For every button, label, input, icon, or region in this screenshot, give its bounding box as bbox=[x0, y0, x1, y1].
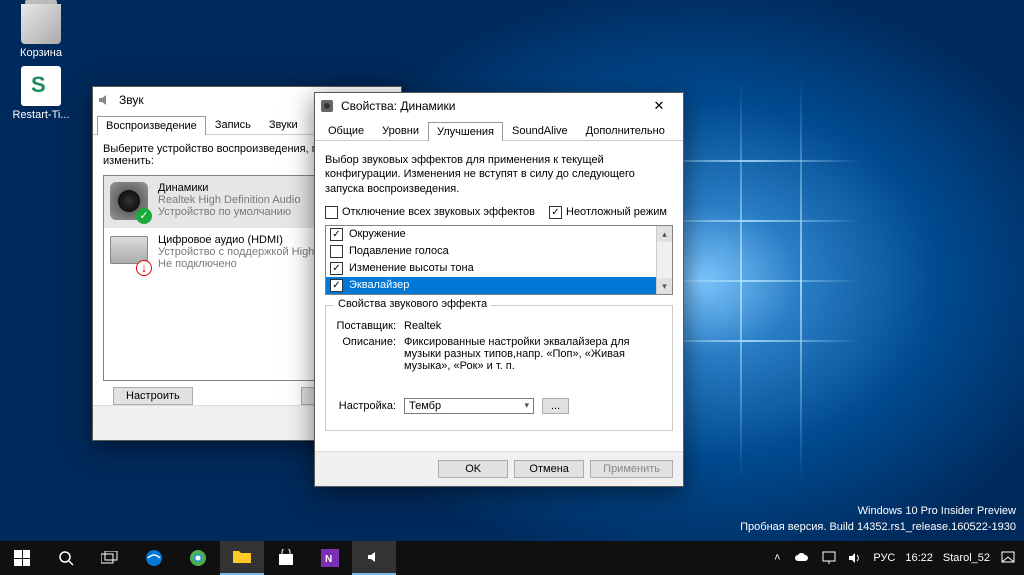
enhancements-description: Выбор звуковых эффектов для применения к… bbox=[325, 153, 673, 196]
onenote-button[interactable]: N bbox=[308, 541, 352, 575]
tab-enhancements[interactable]: Улучшения bbox=[428, 122, 503, 141]
device-status: Устройство по умолчанию bbox=[158, 206, 300, 218]
tray-notifications-icon[interactable] bbox=[1000, 550, 1016, 566]
props-cancel-button[interactable]: Отмена bbox=[514, 460, 584, 478]
default-check-badge: ✓ bbox=[136, 208, 152, 224]
props-apply-button[interactable]: Применить bbox=[590, 460, 673, 478]
tray-volume-icon[interactable] bbox=[847, 550, 863, 566]
hdmi-device-icon: ↓ bbox=[110, 234, 150, 274]
tray-onedrive-icon[interactable] bbox=[795, 550, 811, 566]
effect-pitch-shift[interactable]: ✓Изменение высоты тона bbox=[326, 260, 672, 277]
tab-advanced[interactable]: Дополнительно bbox=[577, 121, 674, 140]
task-view-button[interactable] bbox=[88, 541, 132, 575]
groupbox-legend: Свойства звукового эффекта bbox=[334, 298, 491, 310]
props-tabs: Общие Уровни Улучшения SoundAlive Дополн… bbox=[315, 119, 683, 141]
setting-more-button[interactable]: ... bbox=[542, 398, 569, 414]
tray-network-icon[interactable] bbox=[821, 550, 837, 566]
description-value: Фиксированные настройки эквалайзера для … bbox=[404, 336, 664, 372]
scroll-down-icon[interactable]: ▾ bbox=[657, 278, 672, 294]
description-label: Описание: bbox=[334, 336, 404, 372]
start-button[interactable] bbox=[0, 541, 44, 575]
tab-sounds[interactable]: Звуки bbox=[260, 115, 307, 134]
disable-all-effects-checkbox[interactable]: Отключение всех звуковых эффектов bbox=[325, 206, 535, 219]
scroll-up-icon[interactable]: ▴ bbox=[657, 226, 672, 242]
effects-list[interactable]: ✓Окружение Подавление голоса ✓Изменение … bbox=[325, 225, 673, 295]
effect-properties-group: Свойства звукового эффекта Поставщик: Re… bbox=[325, 305, 673, 431]
tray-language[interactable]: РУС bbox=[873, 552, 895, 564]
immediate-mode-checkbox[interactable]: ✓Неотложный режим bbox=[549, 206, 667, 219]
tab-levels[interactable]: Уровни bbox=[373, 121, 428, 140]
effects-scrollbar[interactable]: ▴ ▾ bbox=[656, 226, 672, 294]
taskbar: N ˄ РУС 16:22 Starol_52 bbox=[0, 541, 1024, 575]
props-titlebar[interactable]: Свойства: Динамики ✕ bbox=[315, 93, 683, 119]
tray-username[interactable]: Starol_52 bbox=[943, 552, 990, 564]
restart-label: Restart-Ti... bbox=[6, 109, 76, 121]
tab-recording[interactable]: Запись bbox=[206, 115, 260, 134]
system-tray: ˄ РУС 16:22 Starol_52 bbox=[761, 550, 1024, 566]
speaker-icon bbox=[319, 98, 335, 114]
watermark-line2: Пробная версия. Build 14352.rs1_release.… bbox=[740, 520, 1016, 535]
effect-surround[interactable]: ✓Окружение bbox=[326, 226, 672, 243]
sound-settings-taskbar[interactable] bbox=[352, 541, 396, 575]
restart-shortcut-icon[interactable]: Restart-Ti... bbox=[6, 66, 76, 121]
speaker-device-icon: ✓ bbox=[110, 182, 150, 222]
configure-button[interactable]: Настроить bbox=[113, 387, 193, 405]
props-ok-button[interactable]: OK bbox=[438, 460, 508, 478]
recycle-bin-label: Корзина bbox=[6, 47, 76, 59]
provider-label: Поставщик: bbox=[334, 320, 404, 332]
windows-watermark: Windows 10 Pro Insider Preview Пробная в… bbox=[740, 504, 1016, 535]
search-button[interactable] bbox=[44, 541, 88, 575]
windows-logo-icon bbox=[14, 550, 30, 566]
not-connected-badge: ↓ bbox=[136, 260, 152, 276]
provider-value: Realtek bbox=[404, 320, 664, 332]
watermark-line1: Windows 10 Pro Insider Preview bbox=[740, 504, 1016, 519]
props-window-title: Свойства: Динамики bbox=[341, 99, 639, 113]
recycle-bin-icon[interactable]: Корзина bbox=[6, 4, 76, 59]
speaker-icon bbox=[97, 92, 113, 108]
tab-general[interactable]: Общие bbox=[319, 121, 373, 140]
effect-voice-cancel[interactable]: Подавление голоса bbox=[326, 243, 672, 260]
close-button[interactable]: ✕ bbox=[639, 93, 679, 119]
setting-label: Настройка: bbox=[334, 400, 404, 412]
tray-chevron-icon[interactable]: ˄ bbox=[769, 550, 785, 566]
effect-equalizer[interactable]: ✓Эквалайзер bbox=[326, 277, 672, 294]
explorer-button[interactable] bbox=[220, 541, 264, 575]
chrome-button[interactable] bbox=[176, 541, 220, 575]
tray-clock[interactable]: 16:22 bbox=[905, 552, 933, 564]
store-button[interactable] bbox=[264, 541, 308, 575]
device-name: Динамики bbox=[158, 182, 300, 194]
setting-dropdown[interactable]: Тембр bbox=[404, 398, 534, 414]
tab-soundalive[interactable]: SoundAlive bbox=[503, 121, 577, 140]
edge-button[interactable] bbox=[132, 541, 176, 575]
device-driver: Realtek High Definition Audio bbox=[158, 194, 300, 206]
props-dialog-buttons: OK Отмена Применить bbox=[315, 451, 683, 486]
tab-playback[interactable]: Воспроизведение bbox=[97, 116, 206, 135]
speaker-properties-window: Свойства: Динамики ✕ Общие Уровни Улучше… bbox=[314, 92, 684, 487]
svg-text:N: N bbox=[325, 554, 332, 565]
